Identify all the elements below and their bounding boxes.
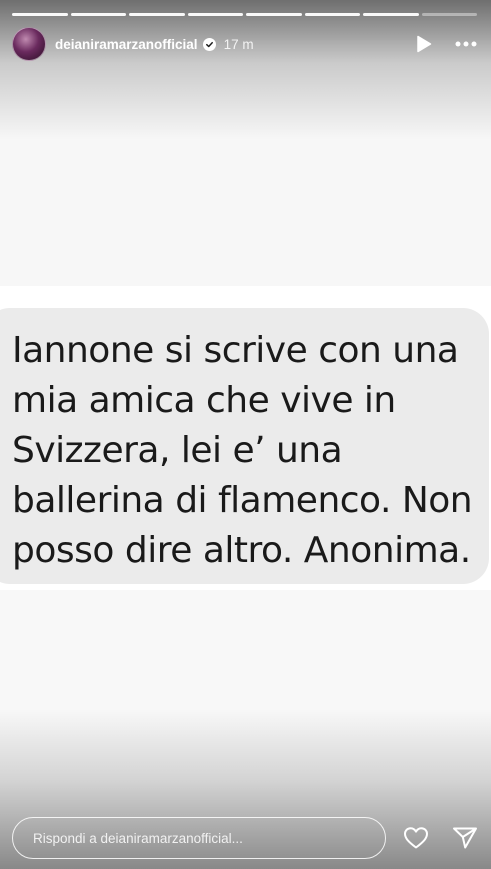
story-background-gap bbox=[0, 286, 491, 308]
avatar[interactable] bbox=[12, 27, 46, 61]
progress-segment bbox=[187, 13, 243, 16]
more-options-icon bbox=[455, 41, 477, 47]
send-button[interactable] bbox=[451, 824, 479, 852]
story-header: deianiramarzanofficial 17 m bbox=[12, 27, 479, 61]
progress-segment bbox=[129, 13, 185, 16]
username[interactable]: deianiramarzanofficial bbox=[55, 37, 198, 52]
progress-segment bbox=[363, 13, 419, 16]
play-icon bbox=[417, 35, 432, 53]
reply-input[interactable] bbox=[12, 817, 386, 859]
message-text: Iannone si scrive con una mia amica che … bbox=[12, 330, 473, 571]
reply-bar bbox=[12, 816, 479, 860]
story-background-top bbox=[0, 40, 491, 286]
post-time: 17 m bbox=[223, 36, 254, 52]
more-options-button[interactable] bbox=[453, 33, 479, 55]
progress-segment-current bbox=[421, 13, 477, 16]
story-viewer[interactable]: Iannone si scrive con una mia amica che … bbox=[0, 0, 491, 869]
play-button[interactable] bbox=[413, 33, 435, 55]
send-icon bbox=[453, 827, 477, 849]
verified-badge-icon bbox=[202, 37, 216, 51]
progress-segment bbox=[304, 13, 360, 16]
progress-segment bbox=[246, 13, 302, 16]
progress-segment bbox=[70, 13, 126, 16]
story-progress-bar bbox=[12, 13, 477, 16]
progress-segment bbox=[12, 13, 68, 16]
like-button[interactable] bbox=[402, 824, 430, 852]
heart-icon bbox=[404, 827, 428, 849]
